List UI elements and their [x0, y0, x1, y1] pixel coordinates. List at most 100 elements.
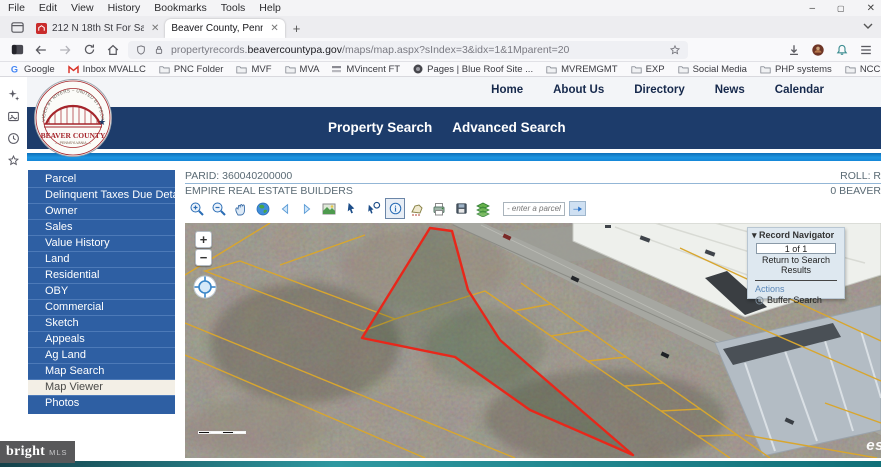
go-arrow-icon[interactable]	[569, 201, 586, 216]
sparkle-icon[interactable]	[0, 83, 27, 105]
bookmark-blueroof[interactable]: Pages | Blue Roof Site ...	[413, 64, 533, 75]
menu-edit[interactable]: Edit	[39, 2, 57, 14]
download-icon[interactable]	[787, 43, 801, 57]
close-button[interactable]: ✕	[867, 3, 875, 14]
collapse-triangle-icon[interactable]: ▾	[752, 230, 757, 240]
bookmark-inbox[interactable]: Inbox MVALLC	[68, 64, 146, 75]
menu-help[interactable]: Help	[259, 2, 281, 14]
hamburger-menu-icon[interactable]	[859, 43, 873, 57]
tab-list-chevron-icon[interactable]	[863, 17, 873, 35]
record-navigator-header[interactable]: ▾ Record Navigator	[748, 228, 844, 242]
history-clock-icon[interactable]	[0, 127, 27, 149]
menu-bookmarks[interactable]: Bookmarks	[154, 2, 207, 14]
tab-close-icon[interactable]: ✕	[268, 23, 278, 34]
full-extent-globe-icon[interactable]	[253, 198, 273, 219]
print-icon[interactable]	[429, 198, 449, 219]
identify-pointer-icon[interactable]	[363, 198, 383, 219]
nav-property-search[interactable]: Property Search	[328, 120, 432, 135]
bookmark-folder-exp[interactable]: EXP	[631, 64, 665, 75]
sidebar-item-owner[interactable]: Owner	[28, 204, 175, 220]
bookmark-mvincent[interactable]: MVincent FT	[332, 64, 400, 75]
menu-file[interactable]: File	[8, 2, 25, 14]
svg-text:G: G	[11, 64, 18, 74]
sidebar-panel-icon[interactable]	[0, 105, 27, 127]
record-navigator-panel: ▾ Record Navigator 1 of 1 Return to Sear…	[747, 227, 845, 299]
sidebar-item-value-history[interactable]: Value History	[28, 236, 175, 252]
next-extent-icon[interactable]	[297, 198, 317, 219]
sidebar-item-map-search[interactable]: Map Search	[28, 364, 175, 380]
bookmark-star-icon[interactable]	[669, 44, 681, 56]
alarm-bell-icon[interactable]	[835, 43, 849, 57]
sidebar-item-parcel[interactable]: Parcel	[28, 172, 175, 188]
pan-hand-icon[interactable]	[231, 198, 251, 219]
nav-about[interactable]: About Us	[553, 84, 604, 96]
previous-extent-icon[interactable]	[275, 198, 295, 219]
map-scale-bar	[198, 431, 246, 434]
sidebar-item-photos[interactable]: Photos	[28, 396, 175, 412]
menu-view[interactable]: View	[71, 2, 94, 14]
tab-listing[interactable]: 212 N 18th St For Sale, Louisvil ✕	[30, 19, 165, 38]
sidebar-item-oby[interactable]: OBY	[28, 284, 175, 300]
sidebar-item-residential[interactable]: Residential	[28, 268, 175, 284]
sidebar-item-sales[interactable]: Sales	[28, 220, 175, 236]
firefox-view-icon[interactable]	[6, 18, 28, 36]
buffer-search-link[interactable]: Buffer Search	[748, 295, 844, 305]
select-pointer-icon[interactable]	[341, 198, 361, 219]
info-tool-icon[interactable]: i	[385, 198, 405, 219]
bookmark-folder-mva[interactable]: MVA	[285, 64, 320, 75]
parcel-id-input[interactable]	[503, 202, 565, 216]
sidebar-item-land[interactable]: Land	[28, 252, 175, 268]
bookmark-folder-mvf[interactable]: MVF	[236, 64, 271, 75]
bookmarks-star-icon[interactable]	[0, 149, 27, 171]
bookmark-folder-ncc[interactable]: NCC	[845, 64, 881, 75]
layers-icon[interactable]	[473, 198, 493, 219]
menu-bar: File Edit View History Bookmarks Tools H…	[0, 0, 881, 16]
account-avatar[interactable]	[811, 43, 825, 57]
zoom-in-tool-icon[interactable]	[187, 198, 207, 219]
sidebar-toggle-icon[interactable]	[8, 41, 26, 59]
back-icon[interactable]	[32, 41, 50, 59]
sidebar-item-commercial[interactable]: Commercial	[28, 300, 175, 316]
bookmark-folder-php[interactable]: PHP systems	[760, 64, 832, 75]
bookmark-google[interactable]: GGoogle	[10, 64, 55, 75]
sidebar-item-appeals[interactable]: Appeals	[28, 332, 175, 348]
map-toolbar: i	[187, 198, 586, 219]
nav-news[interactable]: News	[715, 84, 745, 96]
return-to-results-link[interactable]: Return to Search Results	[748, 255, 844, 275]
bookmark-folder-pnc[interactable]: PNC Folder	[159, 64, 224, 75]
map-viewport[interactable]: + − ▾ Record Navigator 1 of 1 Return to …	[185, 223, 881, 458]
maximize-button[interactable]: ▢	[837, 4, 845, 13]
nav-advanced-search[interactable]: Advanced Search	[452, 120, 565, 135]
header-divider	[185, 183, 881, 184]
nav-home[interactable]: Home	[491, 84, 523, 96]
map-zoom-out-button[interactable]: −	[195, 249, 212, 266]
bookmark-folder-mvremgmt[interactable]: MVREMGMT	[546, 64, 617, 75]
tab-close-icon[interactable]: ✕	[149, 23, 159, 34]
geolocate-icon[interactable]	[193, 275, 217, 304]
sidebar-item-ag-land[interactable]: Ag Land	[28, 348, 175, 364]
nav-directory[interactable]: Directory	[634, 84, 685, 96]
home-icon[interactable]	[104, 41, 122, 59]
new-tab-button[interactable]: +	[285, 21, 309, 36]
address-text: 0 BEAVER	[830, 185, 881, 197]
minimize-button[interactable]: –	[809, 3, 815, 14]
sidebar-item-delinquent-taxes[interactable]: Delinquent Taxes Due Detail	[28, 188, 175, 204]
bookmark-folder-social[interactable]: Social Media	[678, 64, 747, 75]
sidebar-item-map-viewer[interactable]: Map Viewer	[28, 380, 175, 396]
buffer-icon	[755, 296, 764, 305]
menu-history[interactable]: History	[108, 2, 141, 14]
nav-calendar[interactable]: Calendar	[775, 84, 824, 96]
save-icon[interactable]	[451, 198, 471, 219]
tab-bar: 212 N 18th St For Sale, Louisvil ✕ Beave…	[0, 16, 881, 38]
basemap-icon[interactable]	[319, 198, 339, 219]
measure-tool-icon[interactable]	[407, 198, 427, 219]
record-position-box[interactable]: 1 of 1	[756, 243, 836, 254]
sidebar-item-sketch[interactable]: Sketch	[28, 316, 175, 332]
menu-tools[interactable]: Tools	[221, 2, 246, 14]
map-zoom-in-button[interactable]: +	[195, 231, 212, 248]
forward-icon[interactable]	[56, 41, 74, 59]
zoom-out-tool-icon[interactable]	[209, 198, 229, 219]
reload-icon[interactable]	[80, 41, 98, 59]
tab-beaver-county[interactable]: Beaver County, Pennsylvania Prope ✕	[165, 19, 284, 38]
url-bar[interactable]: propertyrecords.beavercountypa.gov/maps/…	[128, 41, 688, 59]
